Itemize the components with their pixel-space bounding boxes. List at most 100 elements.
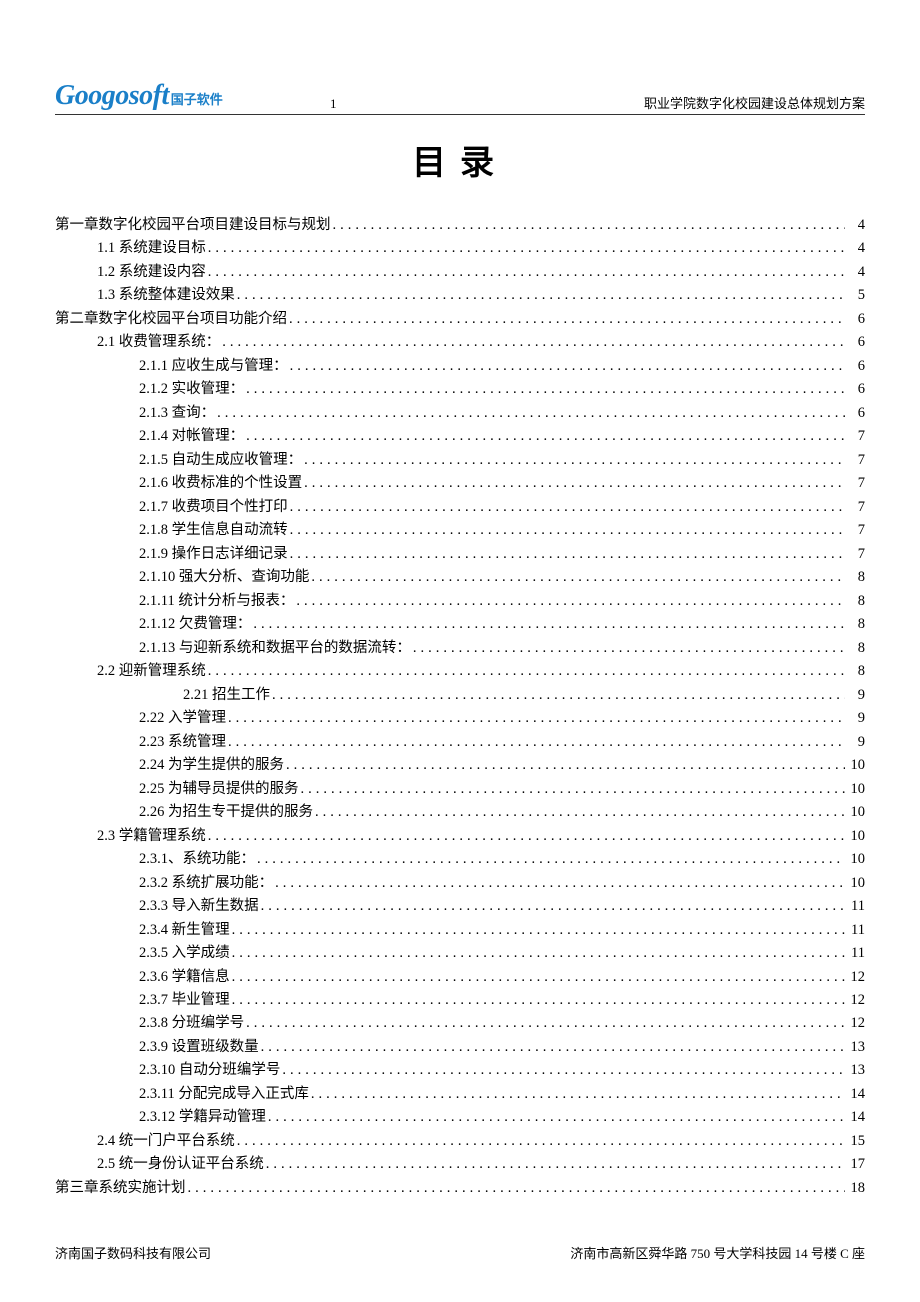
toc-entry-page: 8 xyxy=(847,637,865,660)
toc-dots xyxy=(232,919,845,942)
toc-entry: 2.3.8 分班编学号12 xyxy=(55,1012,865,1035)
toc-entry-label: 2.3 学籍管理系统 xyxy=(97,825,206,848)
toc-entry: 2.3.9 设置班级数量13 xyxy=(55,1036,865,1059)
toc-entry: 2.3.6 学籍信息 12 xyxy=(55,966,865,989)
toc-dots xyxy=(304,472,845,495)
toc-entry: 2.3.12 学籍异动管理14 xyxy=(55,1106,865,1129)
page-header: Googosoft 国子软件 1 职业学院数字化校园建设总体规划方案 xyxy=(55,80,865,115)
toc-entry: 2.1 收费管理系统：6 xyxy=(55,331,865,354)
toc-dots xyxy=(217,402,845,425)
toc-dots xyxy=(286,754,845,777)
toc-entry-label: 2.4 统一门户平台系统 xyxy=(97,1130,235,1153)
toc-entry-page: 12 xyxy=(847,966,865,989)
toc-entry: 第二章数字化校园平台项目功能介绍6 xyxy=(55,308,865,331)
toc-entry: 第一章数字化校园平台项目建设目标与规划4 xyxy=(55,214,865,237)
toc-entry: 2.24 为学生提供的服务10 xyxy=(55,754,865,777)
toc-dots xyxy=(208,660,845,683)
footer-address: 济南市高新区舜华路 750 号大学科技园 14 号楼 C 座 xyxy=(570,1243,865,1262)
toc-entry-label: 2.26 为招生专干提供的服务 xyxy=(139,801,313,824)
document-page: Googosoft 国子软件 1 职业学院数字化校园建设总体规划方案 目录 第一… xyxy=(0,0,920,1302)
toc-entry: 2.1.13 与迎新系统和数据平台的数据流转： 8 xyxy=(55,637,865,660)
toc-entry: 2.5 统一身份认证平台系统17 xyxy=(55,1153,865,1176)
toc-entry-label: 2.3.1、系统功能： xyxy=(139,848,255,871)
toc-entry-label: 2.3.5 入学成绩 xyxy=(139,942,230,965)
toc-entry: 1.3 系统整体建设效果5 xyxy=(55,284,865,307)
toc-dots xyxy=(237,284,845,307)
toc-entry-label: 2.3.7 毕业管理 xyxy=(139,989,230,1012)
toc-entry-page: 10 xyxy=(847,872,865,895)
toc-entry-label: 2.1.2 实收管理： xyxy=(139,378,244,401)
toc-dots xyxy=(289,308,845,331)
toc-entry-label: 2.1.11 统计分析与报表： xyxy=(139,590,294,613)
toc-entry-label: 2.1.5 自动生成应收管理： xyxy=(139,449,302,472)
toc-entry-page: 10 xyxy=(847,778,865,801)
toc-entry-page: 9 xyxy=(847,731,865,754)
footer-company: 济南国子数码科技有限公司 xyxy=(55,1243,211,1262)
toc-entry: 2.3 学籍管理系统10 xyxy=(55,825,865,848)
toc-dots xyxy=(261,895,845,918)
logo-sub-text: 国子软件 xyxy=(171,89,223,108)
toc-entry: 2.1.3 查询： 6 xyxy=(55,402,865,425)
toc-entry: 2.2 迎新管理系统8 xyxy=(55,660,865,683)
toc-entry: 2.3.5 入学成绩 11 xyxy=(55,942,865,965)
toc-entry-label: 2.3.4 新生管理 xyxy=(139,919,230,942)
toc-entry-label: 2.1.12 欠费管理： xyxy=(139,613,251,636)
toc-entry-label: 2.1.10 强大分析、查询功能 xyxy=(139,566,309,589)
header-doc-title: 职业学院数字化校园建设总体规划方案 xyxy=(644,93,865,112)
toc-entry-page: 18 xyxy=(847,1177,865,1200)
toc-entry-label: 2.1.3 查询： xyxy=(139,402,215,425)
toc-entry: 2.4 统一门户平台系统15 xyxy=(55,1130,865,1153)
toc-entry: 2.23 系统管理 9 xyxy=(55,731,865,754)
toc-dots xyxy=(282,1059,845,1082)
toc-entry-page: 8 xyxy=(847,566,865,589)
toc-entry-label: 2.3.2 系统扩展功能： xyxy=(139,872,273,895)
toc-dots xyxy=(301,778,846,801)
toc-entry-label: 2.1.6 收费标准的个性设置 xyxy=(139,472,302,495)
toc-entry-label: 2.23 系统管理 xyxy=(139,731,226,754)
toc-dots xyxy=(290,519,845,542)
toc-dots xyxy=(290,355,845,378)
toc-dots xyxy=(257,848,845,871)
logo-main-text: Googosoft xyxy=(55,80,169,112)
toc-entry: 2.1.8 学生信息自动流转 7 xyxy=(55,519,865,542)
toc-entry-label: 2.24 为学生提供的服务 xyxy=(139,754,284,777)
toc-entry: 2.1.11 统计分析与报表：8 xyxy=(55,590,865,613)
toc-entry: 1.1 系统建设目标4 xyxy=(55,237,865,260)
toc-entry-page: 13 xyxy=(847,1059,865,1082)
toc-entry-label: 1.1 系统建设目标 xyxy=(97,237,206,260)
toc-entry-label: 第一章数字化校园平台项目建设目标与规划 xyxy=(55,214,331,237)
toc-dots xyxy=(311,566,845,589)
toc-entry-page: 13 xyxy=(847,1036,865,1059)
toc-dots xyxy=(311,1083,845,1106)
toc-entry-page: 14 xyxy=(847,1083,865,1106)
toc-entry-label: 2.3.8 分班编学号 xyxy=(139,1012,244,1035)
toc-entry-label: 2.3.6 学籍信息 xyxy=(139,966,230,989)
toc-dots xyxy=(208,825,845,848)
toc-entry: 2.25 为辅导员提供的服务 10 xyxy=(55,778,865,801)
toc-entry-label: 2.25 为辅导员提供的服务 xyxy=(139,778,299,801)
toc-entry: 2.1.5 自动生成应收管理：7 xyxy=(55,449,865,472)
toc-entry-page: 17 xyxy=(847,1153,865,1176)
toc-entry: 2.26 为招生专干提供的服务10 xyxy=(55,801,865,824)
toc-entry-page: 11 xyxy=(847,942,865,965)
toc-dots xyxy=(228,707,845,730)
toc-dots xyxy=(232,989,845,1012)
toc-entry-label: 2.1.4 对帐管理： xyxy=(139,425,244,448)
toc-entry: 2.3.1、系统功能：10 xyxy=(55,848,865,871)
toc-entry-label: 2.1.13 与迎新系统和数据平台的数据流转： xyxy=(139,637,411,660)
toc-entry: 1.2 系统建设内容4 xyxy=(55,261,865,284)
toc-entry-page: 8 xyxy=(847,613,865,636)
toc-entry-label: 2.3.3 导入新生数据 xyxy=(139,895,259,918)
toc-entry-label: 2.1.8 学生信息自动流转 xyxy=(139,519,288,542)
toc-entry-page: 6 xyxy=(847,331,865,354)
toc-dots xyxy=(188,1177,846,1200)
toc-entry-page: 7 xyxy=(847,519,865,542)
toc-dots xyxy=(232,942,845,965)
toc-entry-label: 1.3 系统整体建设效果 xyxy=(97,284,235,307)
toc-entry-label: 2.22 入学管理 xyxy=(139,707,226,730)
toc-entry-page: 6 xyxy=(847,402,865,425)
toc-entry: 2.1.10 强大分析、查询功能 8 xyxy=(55,566,865,589)
toc-entry: 2.1.12 欠费管理： 8 xyxy=(55,613,865,636)
toc-entry: 2.1.2 实收管理：6 xyxy=(55,378,865,401)
toc-entry-page: 6 xyxy=(847,355,865,378)
